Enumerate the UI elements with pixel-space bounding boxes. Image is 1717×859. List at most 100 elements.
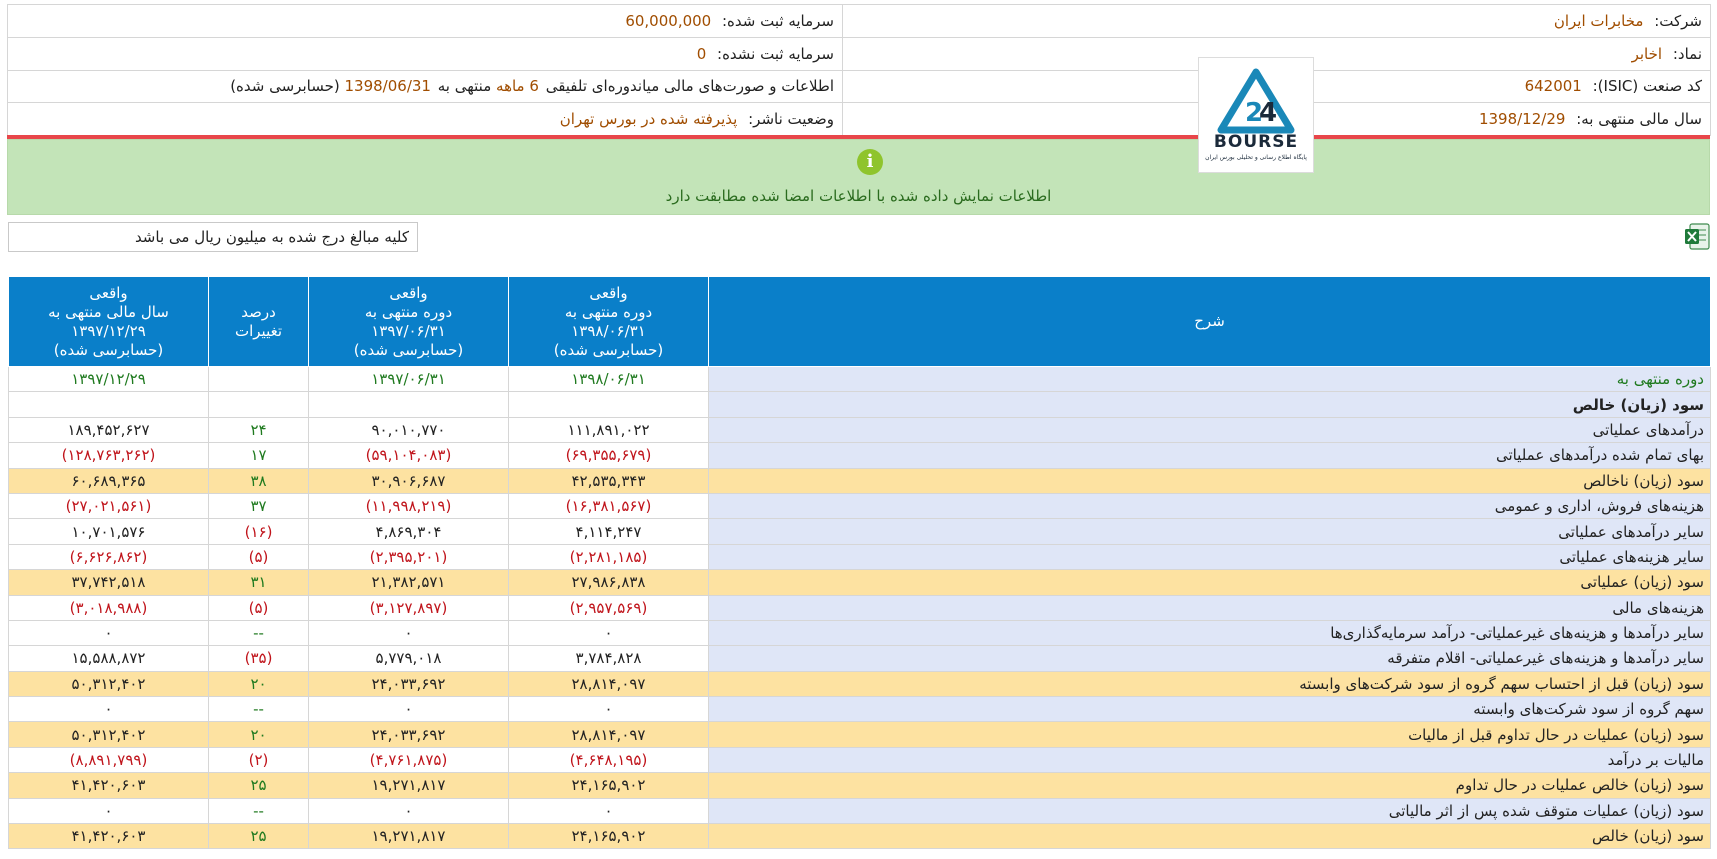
cell-c1: (۱۶,۳۸۱,۵۶۷)	[508, 492, 709, 520]
cell-c1: (۶۹,۳۵۵,۶۷۹)	[508, 442, 709, 469]
table-row: سایر درآمدها و هزینه‌های غیرعملیاتی- درآ…	[8, 619, 1711, 647]
row-label: سود (زیان) خالص	[708, 823, 1711, 850]
table-row: هزینه‌های مالی (۲,۹۵۷,۵۶۹) (۳,۱۲۷,۸۹۷) (۵)(…	[8, 594, 1711, 621]
symbol-value: اخابر	[1631, 44, 1663, 63]
cell-c3: --	[208, 619, 309, 647]
unreg-capital-label: سرمایه ثبت نشده:	[717, 44, 834, 63]
cell-c1	[508, 391, 709, 418]
header-col3: درصد تغییرات	[208, 276, 309, 367]
info-row: کد صنعت (ISIC): 642001 اطلاعات و صورت‌ها…	[7, 69, 1711, 104]
isic-label: کد صنعت (ISIC):	[1592, 77, 1702, 96]
report-mid: منتهی به	[437, 77, 492, 96]
capital-label: سرمایه ثبت شده:	[722, 11, 834, 30]
cell-c1: ۲۴,۱۶۵,۹۰۲	[508, 772, 709, 799]
row-label: سود (زیان) عملیات در حال تداوم قبل از ما…	[708, 721, 1711, 748]
svg-text:4: 4	[1259, 98, 1277, 128]
row-label: سایر هزینه‌های عملیاتی	[708, 543, 1711, 571]
cell-c2	[308, 391, 509, 418]
row-label: سایر درآمدهای عملیاتی	[708, 518, 1711, 545]
row-label: سود (زیان) خالص	[708, 391, 1711, 418]
cell-c2: ۱۳۹۷/۰۶/۳۱	[308, 365, 509, 393]
cell-c4: ۱۸۹,۴۵۲,۶۲۷	[8, 416, 209, 444]
row-label: هزینه‌های مالی	[708, 594, 1711, 621]
header-col1: واقعی دوره منتهی به ۱۳۹۸/۰۶/۳۱ (حسابرسی …	[508, 276, 709, 367]
cell-c3: ۳۱	[208, 569, 309, 596]
logo-text: BOURSE	[1214, 132, 1298, 152]
cell-c1: (۲,۹۵۷,۵۶۹)	[508, 594, 709, 621]
info-cell-report-title: اطلاعات و صورت‌های مالی میاندوره‌ای تلفی…	[7, 69, 843, 104]
cell-c1: ۲۴,۱۶۵,۹۰۲	[508, 823, 709, 850]
table-header-row: شرح واقعی دوره منتهی به ۱۳۹۸/۰۶/۳۱ (حساب…	[8, 276, 1711, 367]
cell-c3: ۱۷	[208, 442, 309, 469]
cell-c2: ۲۴,۰۳۳,۶۹۲	[308, 670, 509, 698]
table-row: سایر هزینه‌های عملیاتی (۲,۲۸۱,۱۸۵) (۲,۳۹۵,…	[8, 543, 1711, 571]
cell-c3: (۳۵)	[208, 645, 309, 672]
info-cell-company: شرکت: مخابرات ایران	[842, 4, 1711, 38]
cell-c4: ۰	[8, 619, 209, 647]
row-label: سایر درآمدها و هزینه‌های غیرعملیاتی- درآ…	[708, 619, 1711, 647]
cell-c2: ۰	[308, 619, 509, 647]
cell-c4: ۶۰,۶۸۹,۳۶۵	[8, 467, 209, 494]
table-row: دوره منتهی به ۱۳۹۸/۰۶/۳۱ ۱۳۹۷/۰۶/۳۱ ۱۳۹۷/۱۲…	[8, 365, 1711, 393]
isic-value: 642001	[1524, 77, 1582, 96]
cell-c3: ۳۷	[208, 492, 309, 520]
cell-c1: (۴,۶۴۸,۱۹۵)	[508, 746, 709, 774]
table-row: سود (زیان) عملیاتی ۲۷,۹۸۶,۸۳۸ ۲۱,۳۸۲,۵۷۱ ۳۱…	[8, 569, 1711, 596]
cell-c1: (۲,۲۸۱,۱۸۵)	[508, 543, 709, 571]
cell-c4	[8, 391, 209, 418]
cell-c2: (۵۹,۱۰۴,۰۸۳)	[308, 442, 509, 469]
table-row: هزینه‌های فروش، اداری و عمومی (۱۶,۳۸۱,۵۶۷…	[8, 492, 1711, 520]
cell-c4: ۱۳۹۷/۱۲/۲۹	[8, 365, 209, 393]
cell-c1: ۱۳۹۸/۰۶/۳۱	[508, 365, 709, 393]
info-cell-unreg-capital: سرمایه ثبت نشده: 0	[7, 36, 843, 71]
cell-c2: ۲۴,۰۳۳,۶۹۲	[308, 721, 509, 748]
cell-c1: ۴۲,۵۳۵,۳۴۳	[508, 467, 709, 494]
cell-c1: ۲۸,۸۱۴,۰۹۷	[508, 721, 709, 748]
cell-c4: ۳۷,۷۴۲,۵۱۸	[8, 569, 209, 596]
bourse-logo: 2 4 BOURSE پایگاه اطلاع رسانی و تحلیلی ب…	[1198, 57, 1314, 173]
row-label: بهای تمام شده درآمدهای عملیاتی	[708, 442, 1711, 469]
cell-c2: (۲,۳۹۵,۲۰۱)	[308, 543, 509, 571]
excel-export-icon[interactable]	[1684, 223, 1710, 250]
cell-c4: ۱۵,۵۸۸,۸۷۲	[8, 645, 209, 672]
row-label: سایر درآمدها و هزینه‌های غیرعملیاتی- اقل…	[708, 645, 1711, 672]
cell-c4: ۵۰,۳۱۲,۴۰۲	[8, 721, 209, 748]
table-row: سود (زیان) خالص ۲۴,۱۶۵,۹۰۲ ۱۹,۲۷۱,۸۱۷ ۲۵ ۴۱,…	[8, 823, 1711, 850]
table-row: سود (زیان) عملیات متوقف شده پس از اثر ما…	[8, 797, 1711, 825]
cell-c4: ۰	[8, 696, 209, 723]
row-label: درآمدهای عملیاتی	[708, 416, 1711, 444]
row-label: مالیات بر درآمد	[708, 746, 1711, 774]
table-row: درآمدهای عملیاتی ۱۱۱,۸۹۱,۰۲۲ ۹۰,۰۱۰,۷۷۰ ۲۴ ۱…	[8, 416, 1711, 444]
fiscal-value: 1398/12/29	[1478, 110, 1566, 129]
symbol-label: نماد:	[1672, 44, 1702, 63]
cell-c2: ۱۹,۲۷۱,۸۱۷	[308, 772, 509, 799]
table-row: سایر درآمدها و هزینه‌های غیرعملیاتی- اقل…	[8, 645, 1711, 672]
info-cell-status: وضعیت ناشر: پذیرفته شده در بورس تهران	[7, 102, 843, 136]
logo-subtext: پایگاه اطلاع رسانی و تحلیلی بورس ایران	[1205, 153, 1307, 161]
table-row: بهای تمام شده درآمدهای عملیاتی (۶۹,۳۵۵,۶۷…	[8, 442, 1711, 469]
row-label: هزینه‌های فروش، اداری و عمومی	[708, 492, 1711, 520]
row-label: سود (زیان) قبل از احتساب سهم گروه از سود…	[708, 670, 1711, 698]
cell-c4: ۰	[8, 797, 209, 825]
header-col2: واقعی دوره منتهی به ۱۳۹۷/۰۶/۳۱ (حسابرسی …	[308, 276, 509, 367]
cell-c1: ۲۸,۸۱۴,۰۹۷	[508, 670, 709, 698]
cell-c3: (۱۶)	[208, 518, 309, 545]
info-icon: i	[857, 149, 883, 175]
row-label: سود (زیان) ناخالص	[708, 467, 1711, 494]
table-row: سود (زیان) خالص	[8, 391, 1711, 418]
table-row: مالیات بر درآمد (۴,۶۴۸,۱۹۵) (۴,۷۶۱,۸۷۵) (۲)…	[8, 746, 1711, 774]
amount-unit-note: کلیه مبالغ درج شده به میلیون ریال می باش…	[8, 222, 418, 252]
capital-value: 60,000,000	[625, 11, 712, 30]
status-value: پذیرفته شده در بورس تهران	[559, 110, 738, 129]
info-row: نماد: اخابر سرمایه ثبت نشده: 0	[7, 36, 1711, 71]
cell-c3: (۵)	[208, 543, 309, 571]
table-row: سهم گروه از سود شرکت‌های وابسته ۰ ۰ -- ۰	[8, 696, 1711, 723]
cell-c1: ۱۱۱,۸۹۱,۰۲۲	[508, 416, 709, 444]
cell-c4: ۱۰,۷۰۱,۵۷۶	[8, 518, 209, 545]
info-row: شرکت: مخابرات ایران سرمایه ثبت شده: 60,0…	[7, 4, 1711, 38]
table-body: دوره منتهی به ۱۳۹۸/۰۶/۳۱ ۱۳۹۷/۰۶/۳۱ ۱۳۹۷/۱۲…	[8, 365, 1711, 850]
cell-c1: ۰	[508, 797, 709, 825]
report-date: 1398/06/31	[344, 77, 431, 96]
company-value: مخابرات ایران	[1553, 11, 1644, 30]
company-label: شرکت:	[1654, 11, 1702, 30]
